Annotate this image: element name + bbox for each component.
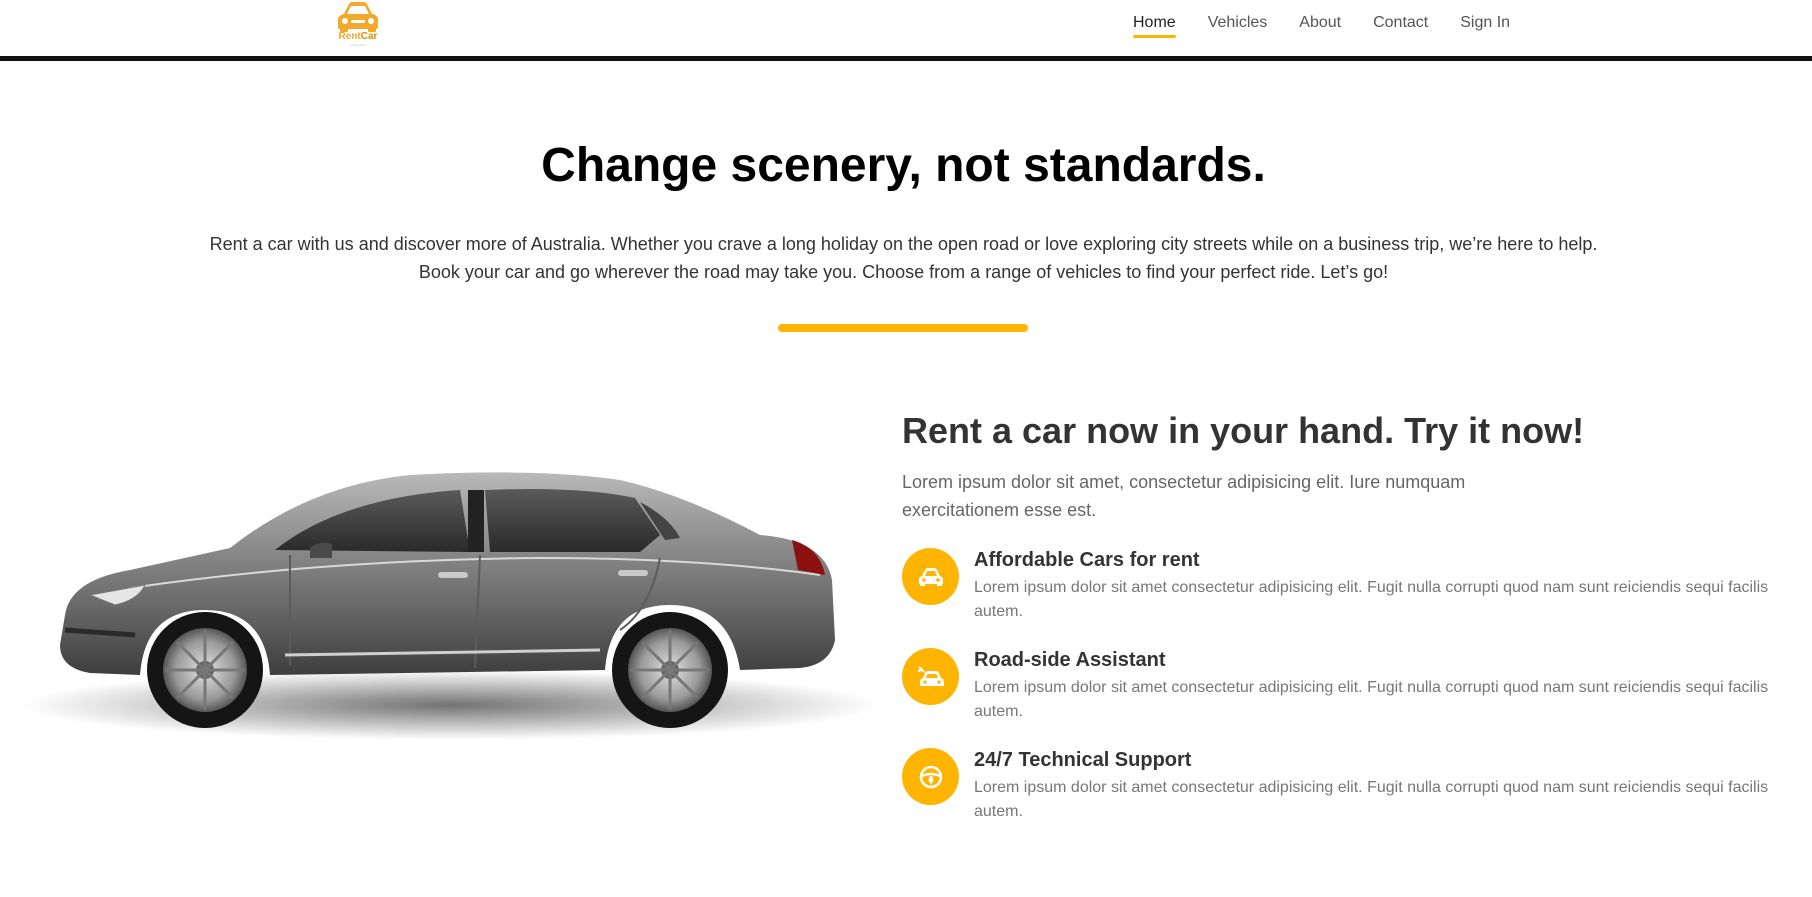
main-nav: Home Vehicles About Contact Sign In: [1133, 14, 1542, 38]
features-title: Rent a car now in your hand. Try it now!: [902, 410, 1585, 451]
brand-name-part2: Car: [360, 31, 378, 42]
car-image: [20, 440, 890, 760]
hero-text-line2: Book your car and go wherever the road m…: [418, 262, 1389, 282]
feature-title: Road-side Assistant: [974, 649, 1166, 671]
hero-title: Change scenery, not standards.: [541, 139, 1266, 192]
feature-item-technical-support: 24/7 Technical Support Lorem ipsum dolor…: [902, 748, 1782, 838]
brand-logo[interactable]: RentCar Luxury cars: [333, 0, 383, 50]
feature-text: Lorem ipsum dolor sit amet consectetur a…: [974, 779, 1769, 820]
feature-item-road-side-assistant: Road-side Assistant Lorem ipsum dolor si…: [902, 648, 1782, 738]
site-header: RentCar Luxury cars Home Vehicles About …: [0, 0, 1812, 61]
nav-contact[interactable]: Contact: [1373, 14, 1428, 38]
feature-title: Affordable Cars for rent: [974, 549, 1200, 571]
features-lead: Lorem ipsum dolor sit amet, consectetur …: [902, 472, 1466, 520]
feature-text: Lorem ipsum dolor sit amet consectetur a…: [974, 579, 1769, 620]
car-repair-icon: [902, 648, 959, 705]
brand-name: RentCar: [333, 31, 383, 42]
brand-tagline: Luxury cars: [350, 43, 366, 47]
car-logo-icon: [338, 2, 378, 32]
nav-about[interactable]: About: [1299, 14, 1341, 38]
feature-item-affordable-cars: Affordable Cars for rent Lorem ipsum dol…: [902, 548, 1782, 638]
nav-vehicles[interactable]: Vehicles: [1208, 14, 1268, 38]
nav-home[interactable]: Home: [1133, 14, 1176, 38]
nav-sign-in[interactable]: Sign In: [1460, 14, 1510, 38]
feature-title: 24/7 Technical Support: [974, 749, 1192, 771]
sedan-illustration: [20, 472, 880, 740]
feature-text: Lorem ipsum dolor sit amet consectetur a…: [974, 679, 1769, 720]
car-icon: [902, 548, 959, 605]
steering-wheel-icon: [902, 748, 959, 805]
brand-name-part1: Rent: [338, 31, 361, 42]
hero-text: Rent a car with us and discover more of …: [150, 230, 1657, 286]
section-divider: [778, 324, 1028, 332]
hero-text-line1: Rent a car with us and discover more of …: [209, 234, 1598, 254]
